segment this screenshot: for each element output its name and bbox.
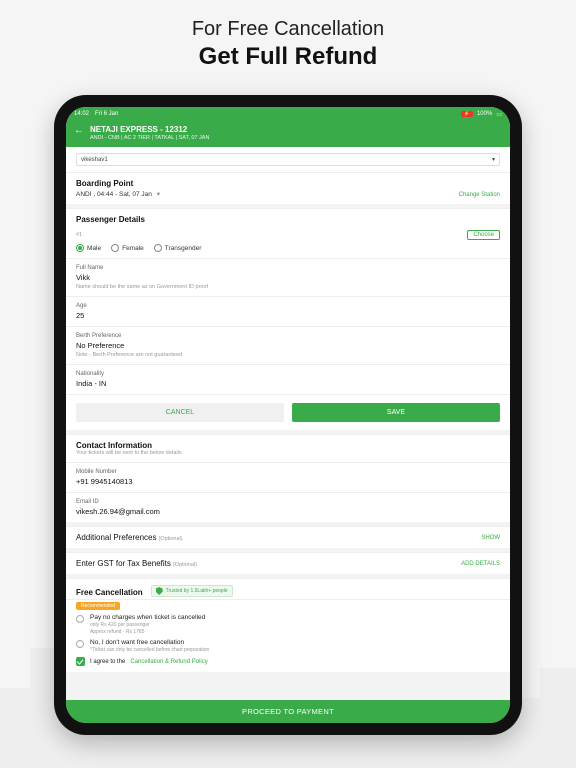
- passenger-index: #1: [76, 232, 82, 238]
- battery-icon: ▭: [496, 111, 502, 118]
- gender-male[interactable]: Male: [76, 244, 101, 252]
- headline-line1: For Free Cancellation: [0, 18, 576, 41]
- gender-trans[interactable]: Transgender: [154, 244, 202, 252]
- tablet-frame: 14:02 Fri 6 Jan ⚡ 100% ▭ ← NETAJI EXPRES…: [54, 95, 522, 735]
- fullname-label: Full Name: [76, 265, 500, 271]
- promo-headline: For Free Cancellation Get Full Refund: [0, 0, 576, 81]
- save-button[interactable]: SAVE: [292, 403, 500, 422]
- app-header: ← NETAJI EXPRESS - 12312 ANDI - CNB | AC…: [66, 121, 510, 147]
- username-row: vikeshav1 ▾: [66, 147, 510, 172]
- age-row[interactable]: Age 25: [66, 296, 510, 326]
- gst-row[interactable]: Enter GST for Tax Benefits (Optional) AD…: [66, 552, 510, 574]
- gst-optional: (Optional): [173, 562, 197, 568]
- berth-note: Note - Berth Preference are not guarante…: [76, 352, 500, 358]
- nat-label: Nationality: [76, 371, 500, 377]
- cancel-button[interactable]: CANCEL: [76, 403, 284, 422]
- choose-button[interactable]: Choose: [467, 230, 500, 240]
- email-label: Email ID: [76, 499, 500, 505]
- email-value: vikesh.26.94@gmail.com: [76, 507, 500, 516]
- recommended-badge: Recommended: [76, 602, 120, 610]
- additional-preferences-row[interactable]: Additional Preferences (Optional) SHOW: [66, 526, 510, 548]
- gender-female[interactable]: Female: [111, 244, 144, 252]
- trusted-badge: Trusted by 1.5Lakh+ people: [151, 585, 233, 597]
- headline-line2: Get Full Refund: [0, 43, 576, 71]
- opt1-refund: Approx refund - Rs 1785: [90, 629, 205, 635]
- radio-icon: [76, 615, 84, 623]
- freecancel-label: Free Cancellation: [76, 588, 143, 597]
- agree-row[interactable]: I agree to the Cancellation & Refund Pol…: [76, 657, 500, 666]
- policy-link[interactable]: Cancellation & Refund Policy: [130, 659, 207, 665]
- nat-value: India - IN: [76, 379, 500, 388]
- passenger-actions: CANCEL SAVE: [66, 394, 510, 430]
- back-icon[interactable]: ←: [74, 125, 84, 137]
- nationality-row[interactable]: Nationality India - IN: [66, 364, 510, 394]
- chevron-down-icon: ▾: [157, 191, 160, 198]
- age-value: 25: [76, 311, 500, 320]
- fullname-row[interactable]: Full Name Vikk Name should be the same a…: [66, 258, 510, 296]
- boarding-value: ANDI , 04:44 - Sat, 07 Jan: [76, 191, 152, 198]
- gst-action[interactable]: ADD DETAILS: [461, 561, 500, 567]
- freecancel-option-yes[interactable]: Pay no charges when ticket is cancelled …: [76, 614, 500, 635]
- chevron-down-icon: ▾: [492, 156, 495, 163]
- status-bar: 14:02 Fri 6 Jan ⚡ 100% ▭: [66, 107, 510, 121]
- berth-label: Berth Preference: [76, 333, 500, 339]
- gender-radios: Male Female Transgender: [76, 244, 500, 252]
- contact-sub: Your tickets will be sent to the below d…: [76, 450, 500, 456]
- freecancel-option-no[interactable]: No, I don't want free cancellation *Tick…: [76, 639, 500, 653]
- free-cancel-section: Free Cancellation Trusted by 1.5Lakh+ pe…: [66, 578, 510, 599]
- low-power-badge: ⚡: [461, 111, 473, 117]
- proceed-to-payment-button[interactable]: PROCEED TO PAYMENT: [66, 700, 510, 723]
- mobile-label: Mobile Number: [76, 469, 500, 475]
- addpref-optional: (Optional): [158, 536, 182, 542]
- gst-label: Enter GST for Tax Benefits: [76, 559, 171, 568]
- change-station-link[interactable]: Change Station: [459, 192, 500, 198]
- opt1-sub: only Rs 420 per passenger: [90, 622, 205, 628]
- train-title: NETAJI EXPRESS - 12312: [90, 125, 209, 134]
- radio-icon: [76, 640, 84, 648]
- opt2-main: No, I don't want free cancellation: [90, 639, 209, 646]
- addpref-action[interactable]: SHOW: [481, 535, 500, 541]
- opt2-sub: *Ticket can only be cancelled before cha…: [90, 647, 209, 653]
- boarding-point-row: Boarding Point ANDI , 04:44 - Sat, 07 Ja…: [66, 172, 510, 204]
- email-row[interactable]: Email ID vikesh.26.94@gmail.com: [66, 492, 510, 522]
- passenger-section: Passenger Details #1 Choose Male Female …: [66, 208, 510, 258]
- age-label: Age: [76, 303, 500, 309]
- berth-value: No Preference: [76, 341, 500, 350]
- app-screen: 14:02 Fri 6 Jan ⚡ 100% ▭ ← NETAJI EXPRES…: [66, 107, 510, 723]
- fullname-note: Name should be the same as on Government…: [76, 284, 500, 290]
- passenger-heading: Passenger Details: [76, 215, 500, 224]
- berth-row[interactable]: Berth Preference No Preference Note - Be…: [66, 326, 510, 364]
- agree-prefix: I agree to the: [90, 659, 125, 665]
- username-value: vikeshav1: [81, 157, 108, 163]
- status-time: 14:02: [74, 111, 89, 117]
- username-select[interactable]: vikeshav1 ▾: [76, 153, 500, 166]
- shield-icon: [156, 587, 163, 595]
- addpref-label: Additional Preferences: [76, 533, 157, 542]
- contact-heading: Contact Information: [76, 441, 500, 450]
- contact-section: Contact Information Your tickets will be…: [66, 434, 510, 462]
- checkbox-checked-icon[interactable]: [76, 657, 85, 666]
- mobile-row[interactable]: Mobile Number +91 9945140813: [66, 462, 510, 492]
- free-cancel-options: Recommended Pay no charges when ticket i…: [66, 599, 510, 672]
- train-subtitle: ANDI - CNB | AC 2 TIER | TATKAL | SAT, 0…: [90, 135, 209, 141]
- mobile-value: +91 9945140813: [76, 477, 500, 486]
- fullname-value: Vikk: [76, 273, 500, 282]
- status-date: Fri 6 Jan: [95, 111, 118, 117]
- status-battery: 100%: [477, 111, 492, 117]
- boarding-label: Boarding Point: [76, 179, 160, 188]
- opt1-main: Pay no charges when ticket is cancelled: [90, 614, 205, 621]
